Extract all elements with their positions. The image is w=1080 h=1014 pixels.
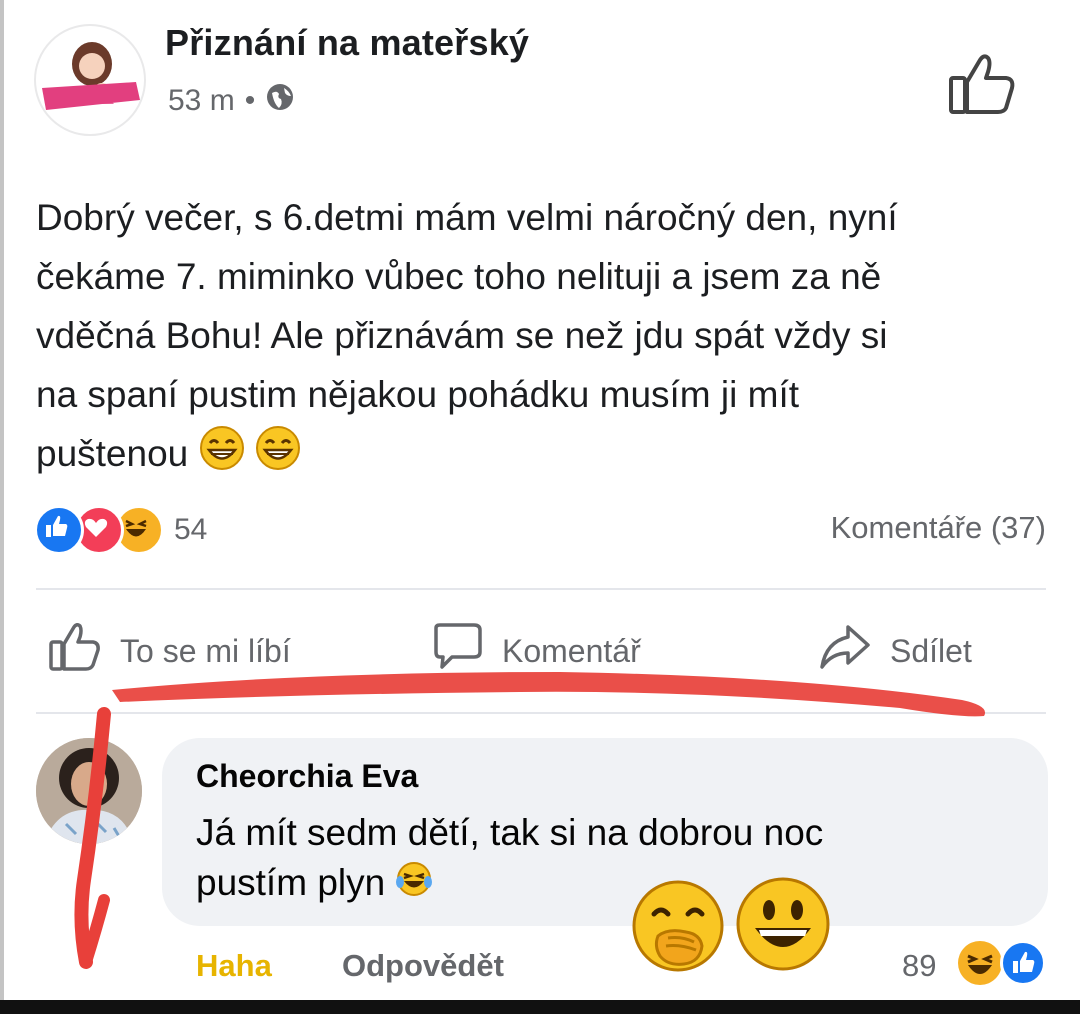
comment-reply-button[interactable]: Odpovědět bbox=[342, 948, 504, 984]
post-line: Dobrý večer, s 6.detmi mám velmi náročný… bbox=[36, 197, 898, 238]
meta-separator: • bbox=[244, 84, 256, 117]
post-line: puštenou bbox=[36, 433, 189, 474]
page-avatar[interactable] bbox=[34, 24, 146, 136]
share-label: Sdílet bbox=[890, 632, 972, 669]
grinning-face-emoji-icon bbox=[733, 874, 833, 979]
post-line: vděčná Bohu! Ale přiznávám se než jdu sp… bbox=[36, 315, 888, 356]
window-edge bbox=[0, 0, 4, 1000]
comment-haha-button[interactable]: Haha bbox=[196, 948, 272, 984]
comment-line: Já mít sedm dětí, tak si na dobrou noc bbox=[196, 812, 824, 853]
like-reaction-icon bbox=[34, 505, 84, 555]
commenter-avatar[interactable] bbox=[36, 738, 142, 844]
like-reaction-icon bbox=[1000, 940, 1046, 986]
comment-button[interactable]: Komentář bbox=[430, 622, 641, 680]
page-name[interactable]: Přiznání na mateřský bbox=[165, 22, 529, 64]
post-line-last: puštenou bbox=[36, 424, 1046, 488]
like-page-icon[interactable] bbox=[948, 52, 1018, 116]
speech-bubble-icon bbox=[430, 622, 484, 680]
grin-squint-emoji-icon bbox=[199, 425, 245, 488]
post-line: na spaní pustim nějakou pohádku musím ji… bbox=[36, 374, 799, 415]
bottom-bar bbox=[0, 1000, 1080, 1014]
reaction-count: 54 bbox=[174, 513, 208, 546]
share-button[interactable]: Sdílet bbox=[818, 622, 972, 680]
comment-text: Já mít sedm dětí, tak si na dobrou noc p… bbox=[196, 808, 996, 911]
comment-line-last: pustím plyn bbox=[196, 858, 996, 911]
page-logo bbox=[38, 28, 142, 132]
post-meta: 53 m • bbox=[168, 82, 295, 120]
comment-line: pustím plyn bbox=[196, 862, 386, 903]
grin-squint-emoji-icon bbox=[255, 425, 301, 488]
reaction-summary[interactable]: 54 bbox=[34, 505, 207, 555]
post-text: Dobrý večer, s 6.detmi mám velmi náročný… bbox=[36, 188, 1046, 488]
share-arrow-icon bbox=[818, 622, 872, 680]
divider bbox=[36, 588, 1046, 590]
like-label: To se mi líbí bbox=[120, 632, 291, 669]
post-line: čekáme 7. miminko vůbec toho nelituji a … bbox=[36, 256, 882, 297]
globe-icon bbox=[265, 82, 295, 120]
tears-of-joy-emoji-icon bbox=[395, 860, 433, 911]
haha-reaction-icon bbox=[958, 941, 1002, 985]
thumbs-up-icon bbox=[48, 622, 102, 680]
post-time[interactable]: 53 m bbox=[168, 84, 235, 118]
divider bbox=[36, 712, 1046, 714]
comment-reaction-count[interactable]: 89 bbox=[902, 948, 936, 984]
comments-count-link[interactable]: Komentáře (37) bbox=[831, 510, 1046, 546]
like-button[interactable]: To se mi líbí bbox=[48, 622, 291, 680]
comment-label: Komentář bbox=[502, 632, 641, 669]
comment-author[interactable]: Cheorchia Eva bbox=[196, 758, 418, 795]
hand-over-mouth-emoji-icon bbox=[628, 876, 728, 981]
